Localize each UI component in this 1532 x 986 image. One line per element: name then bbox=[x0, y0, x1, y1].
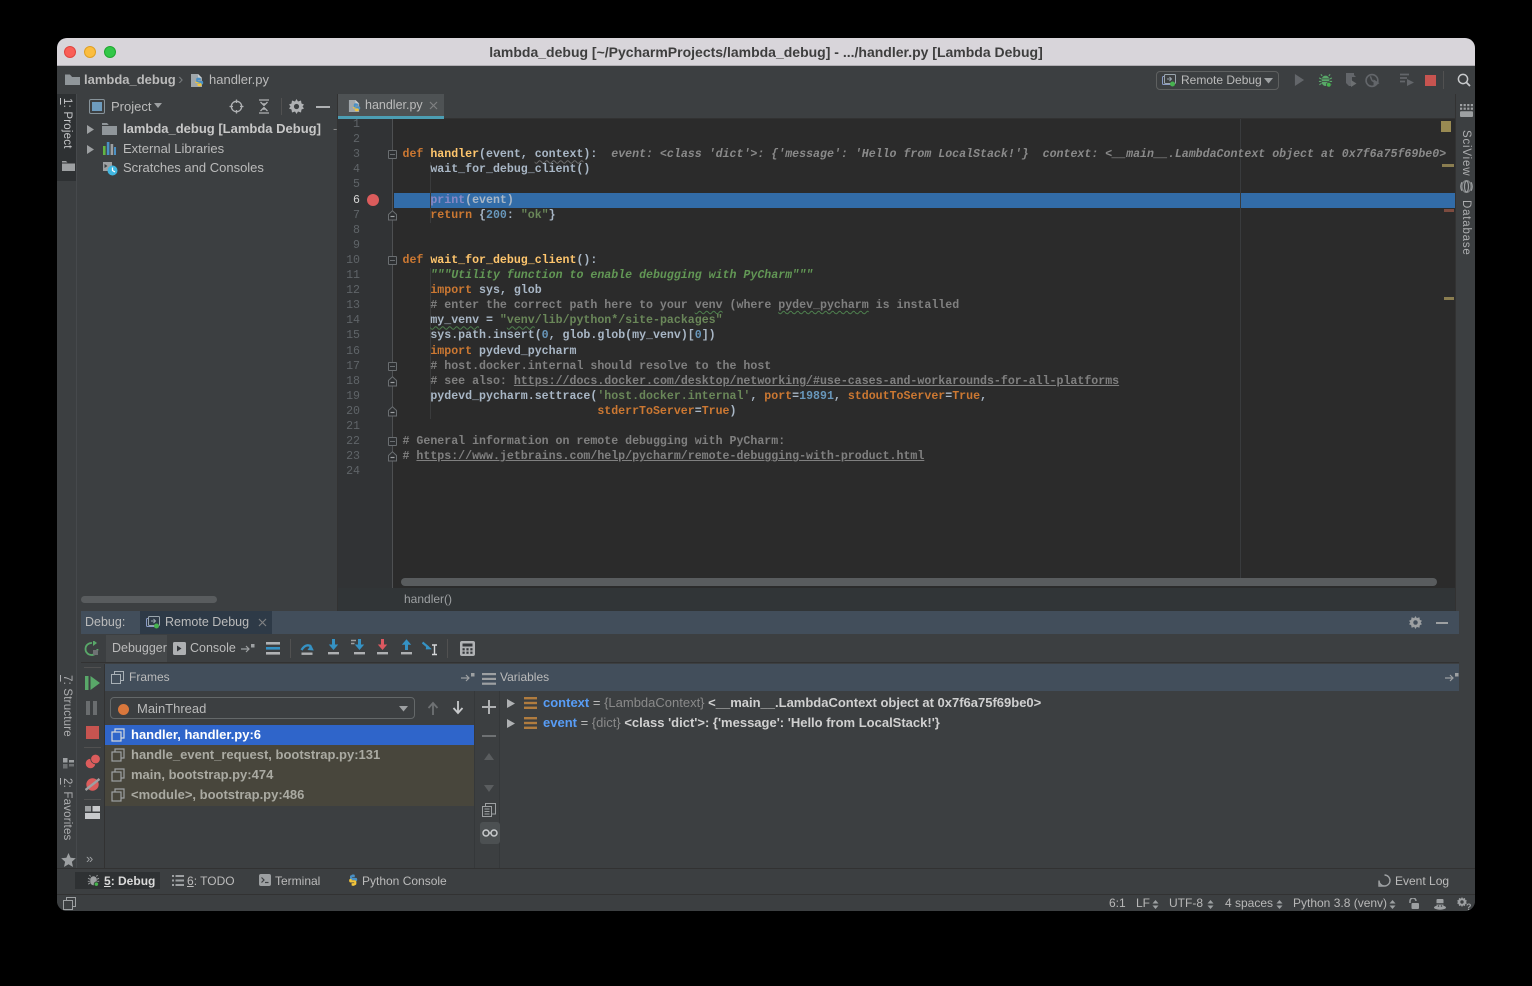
svg-text:?: ? bbox=[1466, 902, 1472, 911]
